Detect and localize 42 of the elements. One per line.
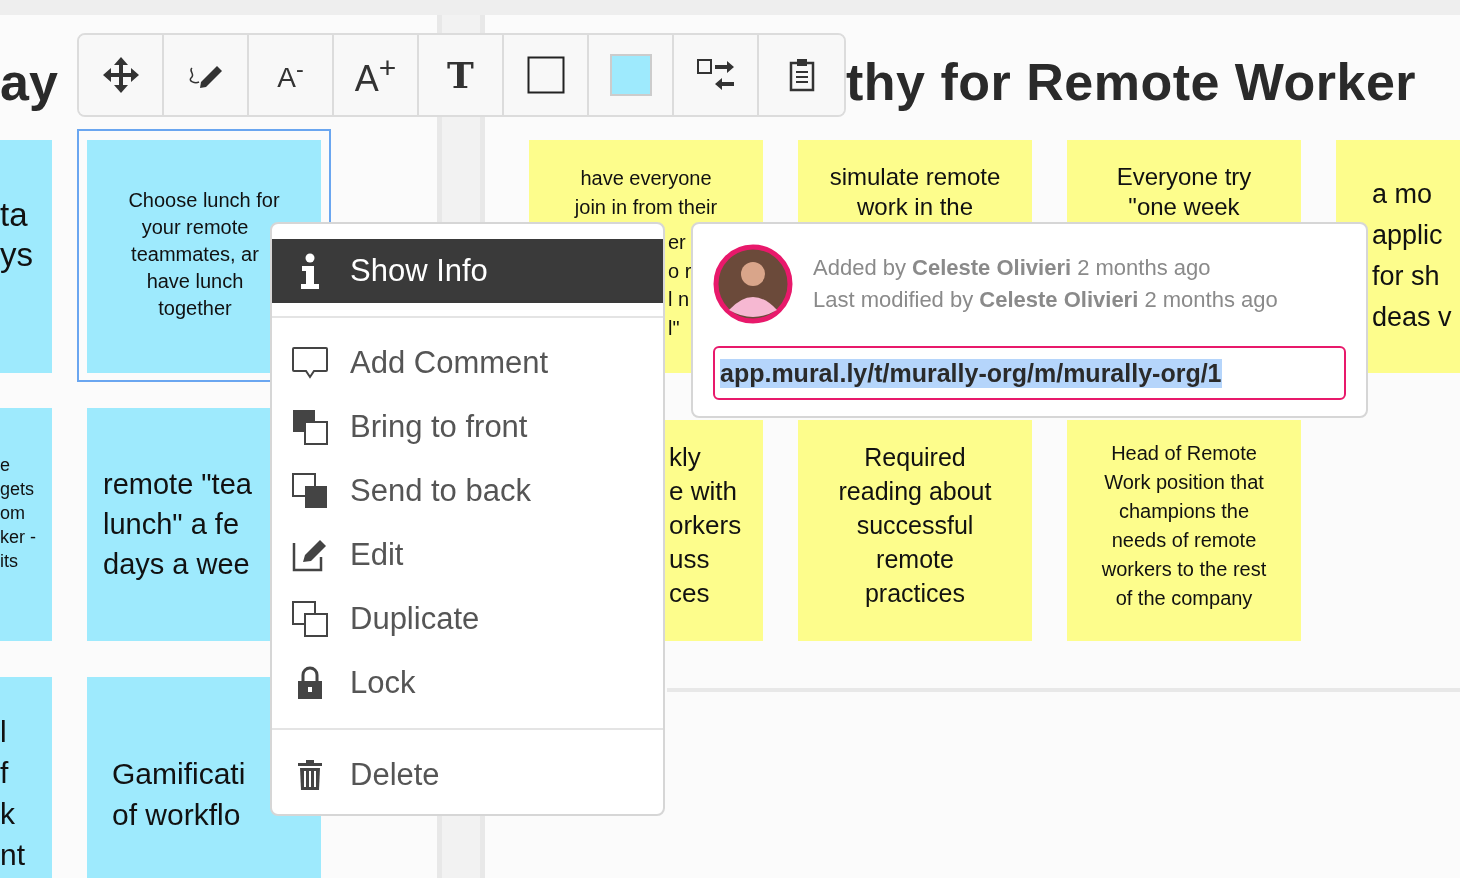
comment-icon xyxy=(291,346,329,380)
section-title: ay xyxy=(0,52,58,113)
menu-item[interactable]: Show Info xyxy=(272,239,663,303)
sticky-text: Required reading about successful remote practices xyxy=(837,442,993,609)
clipboard-icon xyxy=(788,58,815,92)
sticky-note[interactable]: l f k nt xyxy=(0,677,52,878)
sticky-text: Everyone try "one week xyxy=(1115,162,1253,222)
font-size-label: A$^{-}$ xyxy=(277,55,304,95)
text-label: T xyxy=(447,54,474,96)
sticky-text: your remote teammates, ar have lunch together xyxy=(130,215,260,321)
sticky-text: l f k nt xyxy=(0,714,27,873)
toolbar-button[interactable] xyxy=(79,35,164,115)
added-info: Added by Celeste Olivieri 2 months ago xyxy=(813,255,1212,281)
square-icon xyxy=(526,56,565,94)
sticky-text: ta ys xyxy=(0,195,34,275)
lock-icon xyxy=(297,666,323,700)
sticky-note[interactable]: Required reading about successful remote practices xyxy=(798,420,1032,641)
sticky-text: Head of Remote Work position that champions the needs of remote workers to the rest of the company xyxy=(1100,441,1268,611)
sticky-note[interactable]: ta ys xyxy=(0,140,52,373)
sticky-text: kly e with orkers uss ces xyxy=(669,441,743,610)
layers-icon xyxy=(291,408,329,446)
sticky-text: er o r l n l" xyxy=(668,230,690,341)
move-icon xyxy=(101,56,140,94)
modified-info: Last modified by Celeste Olivieri 2 months ago xyxy=(813,287,1278,313)
sticky-text: Choose lunch for xyxy=(127,188,281,213)
sticky-text: Gamificati of workflo xyxy=(112,756,247,833)
sticky-text: e gets om ker - its xyxy=(0,454,37,573)
sticky-note[interactable]: Head of Remote Work position that champions the needs of remote workers to the rest of the company xyxy=(1067,420,1301,641)
sticky-text: have everyone join in from their xyxy=(573,166,719,220)
sticky-text: remote "tea lunch" a fe days a wee xyxy=(103,467,253,582)
edit-icon xyxy=(291,537,329,573)
sticky-note[interactable]: e gets om ker - its xyxy=(0,408,52,641)
layers-icon xyxy=(291,472,329,510)
info-icon xyxy=(300,253,320,289)
duplicate-icon xyxy=(291,600,329,638)
sticky-text: simulate remote work in the xyxy=(828,162,1002,222)
swap-icon xyxy=(696,58,735,92)
link-field[interactable]: app.mural.ly/t/murally-org/m/murally-org/1 xyxy=(713,346,1346,400)
trash-icon xyxy=(297,759,323,791)
sticky-text: a mo applic for sh deas v xyxy=(1372,178,1453,334)
section-title: thy for Remote Worker xyxy=(846,52,1417,113)
font-size-label: A$^{+}$ xyxy=(354,50,397,100)
